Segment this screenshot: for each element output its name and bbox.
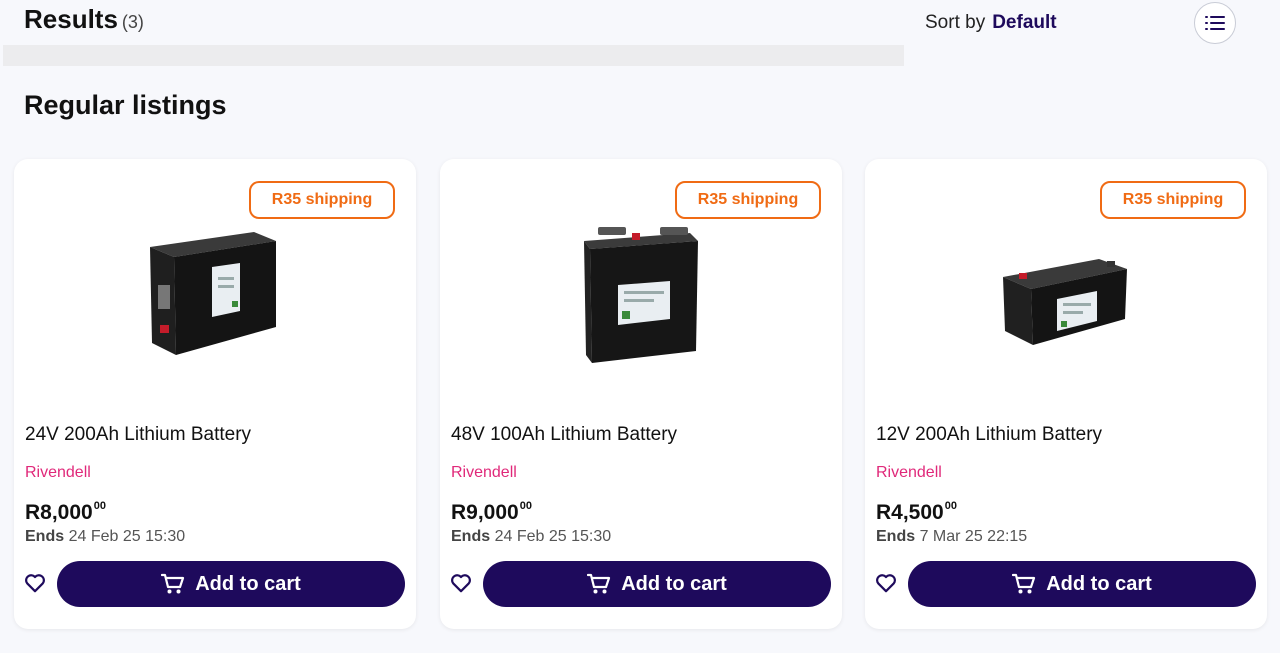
battery-box-icon[interactable] [114, 227, 314, 367]
wishlist-button[interactable] [24, 569, 48, 597]
heart-icon [451, 574, 471, 593]
add-to-cart-label: Add to cart [621, 572, 727, 595]
results-title: Results (3) [24, 4, 144, 35]
price: R4,50000 [876, 500, 957, 525]
heart-icon [25, 574, 45, 593]
results-label: Results [24, 4, 118, 34]
battery-tall-icon[interactable] [540, 227, 740, 367]
add-to-cart-label: Add to cart [195, 572, 301, 595]
list-icon [1205, 16, 1225, 30]
listing-title[interactable]: 24V 200Ah Lithium Battery [25, 424, 251, 446]
battery-flat-icon[interactable] [965, 227, 1165, 367]
price-cents: 00 [519, 500, 532, 512]
results-count: (3) [121, 12, 144, 32]
ends-info: Ends 24 Feb 25 15:30 [25, 528, 185, 546]
ends-info: Ends 24 Feb 25 15:30 [451, 528, 611, 546]
ends-label: Ends [451, 528, 491, 545]
price: R8,00000 [25, 500, 106, 525]
shipping-badge: R35 shipping [675, 181, 821, 219]
ends-label: Ends [876, 528, 916, 545]
add-to-cart-button[interactable]: Add to cart [57, 561, 405, 607]
listing-title[interactable]: 12V 200Ah Lithium Battery [876, 424, 1102, 446]
ends-value: 24 Feb 25 15:30 [68, 528, 186, 545]
price-main: R8,000 [25, 501, 93, 524]
add-to-cart-label: Add to cart [1046, 572, 1152, 595]
sort-label: Sort by [925, 12, 986, 33]
ends-value: 7 Mar 25 22:15 [919, 528, 1028, 545]
sort-control[interactable]: Sort by Default [925, 12, 1057, 34]
seller-name[interactable]: Rivendell [876, 464, 942, 482]
cart-icon [587, 573, 611, 594]
ends-label: Ends [25, 528, 65, 545]
listing-card[interactable]: R35 shipping 12V 200Ah Lithium Battery R… [865, 159, 1267, 629]
cart-icon [1012, 573, 1036, 594]
wishlist-button[interactable] [875, 569, 899, 597]
price-cents: 00 [944, 500, 957, 512]
seller-name[interactable]: Rivendell [25, 464, 91, 482]
sort-value[interactable]: Default [992, 12, 1056, 33]
add-to-cart-button[interactable]: Add to cart [908, 561, 1256, 607]
listing-card[interactable]: R35 shipping 48V 100Ah Lithium Battery R… [440, 159, 842, 629]
wishlist-button[interactable] [450, 569, 474, 597]
add-to-cart-button[interactable]: Add to cart [483, 561, 831, 607]
shipping-badge: R35 shipping [1100, 181, 1246, 219]
seller-name[interactable]: Rivendell [451, 464, 517, 482]
price-main: R4,500 [876, 501, 944, 524]
section-title: Regular listings [24, 90, 227, 120]
ends-info: Ends 7 Mar 25 22:15 [876, 528, 1027, 546]
shipping-badge: R35 shipping [249, 181, 395, 219]
cart-icon [161, 573, 185, 594]
loading-bar [3, 45, 904, 66]
heart-icon [876, 574, 896, 593]
price-main: R9,000 [451, 501, 519, 524]
ends-value: 24 Feb 25 15:30 [494, 528, 612, 545]
listing-title[interactable]: 48V 100Ah Lithium Battery [451, 424, 677, 446]
price-cents: 00 [93, 500, 106, 512]
list-view-button[interactable] [1194, 2, 1236, 44]
price: R9,00000 [451, 500, 532, 525]
listing-card[interactable]: R35 shipping 24V 200Ah Lithium Battery R… [14, 159, 416, 629]
